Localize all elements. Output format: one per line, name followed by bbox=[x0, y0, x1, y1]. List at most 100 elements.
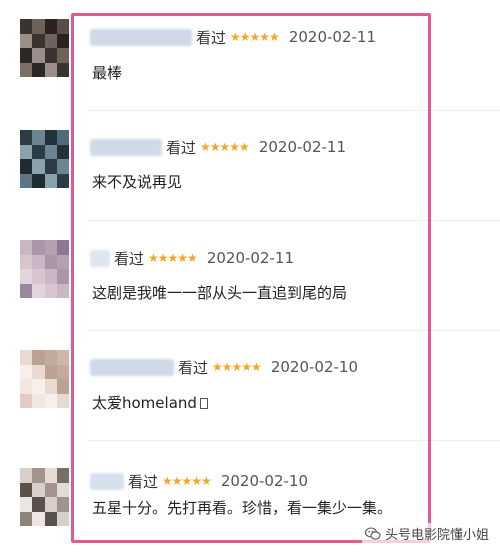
username[interactable] bbox=[90, 28, 192, 46]
watched-label: 看过 bbox=[128, 472, 159, 491]
review-comment: 这剧是我唯一一部从头一直追到尾的局 bbox=[92, 284, 348, 302]
avatar-pixel bbox=[44, 269, 57, 284]
avatar-pixel bbox=[44, 468, 57, 483]
rating-stars: ★★★★★ bbox=[212, 360, 262, 374]
avatar-pixel bbox=[56, 173, 69, 188]
avatar-pixel bbox=[56, 130, 69, 145]
review-date: 2020-02-10 bbox=[270, 358, 358, 376]
avatar-pixel bbox=[20, 482, 33, 497]
avatar-pixel bbox=[44, 379, 57, 394]
avatar-pixel bbox=[56, 468, 69, 483]
avatar-pixel bbox=[32, 364, 45, 379]
avatar-pixel bbox=[32, 497, 45, 512]
avatar-pixel bbox=[44, 240, 57, 255]
avatar-pixel bbox=[20, 254, 33, 269]
avatar-pixel bbox=[32, 62, 45, 77]
avatar-pixel bbox=[44, 497, 57, 512]
avatar-pixel bbox=[56, 393, 69, 408]
avatar-pixel bbox=[32, 159, 45, 174]
review-date: 2020-02-11 bbox=[258, 138, 346, 156]
review-list-page: 看过 ★★★★★ 2020-02-11 最棒 看过 ★★★★★ 2020-02-… bbox=[0, 0, 500, 552]
username[interactable] bbox=[90, 358, 174, 376]
avatar-pixel bbox=[20, 144, 33, 159]
rating-stars: ★★★★★ bbox=[230, 30, 280, 44]
username[interactable] bbox=[90, 472, 124, 490]
review-item: 看过 ★★★★★ 2020-02-11 最棒 bbox=[0, 0, 500, 110]
username[interactable] bbox=[90, 249, 110, 267]
avatar-pixel bbox=[20, 468, 33, 483]
avatar-pixel bbox=[32, 144, 45, 159]
avatar-pixel bbox=[32, 130, 45, 145]
avatar-pixel bbox=[32, 283, 45, 298]
avatar-pixel bbox=[44, 393, 57, 408]
avatar-pixel bbox=[20, 240, 33, 255]
avatar-pixel bbox=[20, 173, 33, 188]
review-comment: 五星十分。先打再看。珍惜，看一集少一集。 bbox=[92, 499, 393, 517]
watermark-text: 头号电影院懂小姐 bbox=[384, 528, 489, 543]
avatar-pixel bbox=[32, 379, 45, 394]
missing-emoji-icon bbox=[199, 398, 208, 409]
avatar-pixel bbox=[56, 240, 69, 255]
avatar-pixel bbox=[56, 48, 69, 63]
review-date: 2020-02-11 bbox=[206, 249, 294, 267]
review-date: 2020-02-10 bbox=[220, 472, 308, 490]
avatar-pixel bbox=[20, 130, 33, 145]
avatar-pixel bbox=[56, 19, 69, 34]
watermark: 头号电影院懂小姐 bbox=[361, 523, 492, 544]
avatar-pixel bbox=[56, 350, 69, 365]
rating-stars: ★★★★★ bbox=[148, 251, 198, 265]
watched-label: 看过 bbox=[178, 358, 209, 377]
avatar-pixel bbox=[56, 497, 69, 512]
avatar-pixel bbox=[44, 364, 57, 379]
avatar-pixel bbox=[20, 283, 33, 298]
avatar-pixel bbox=[56, 364, 69, 379]
avatar-pixel bbox=[56, 269, 69, 284]
avatar-pixel bbox=[44, 254, 57, 269]
avatar-pixel bbox=[20, 393, 33, 408]
rating-stars: ★★★★★ bbox=[200, 140, 250, 154]
avatar-pixel bbox=[20, 48, 33, 63]
avatar-pixel bbox=[44, 48, 57, 63]
avatar-pixel bbox=[32, 254, 45, 269]
avatar[interactable] bbox=[20, 130, 69, 188]
avatar-pixel bbox=[20, 364, 33, 379]
avatar-pixel bbox=[44, 62, 57, 77]
wechat-logo-icon bbox=[364, 526, 381, 540]
avatar-pixel bbox=[20, 159, 33, 174]
avatar-pixel bbox=[56, 283, 69, 298]
avatar-pixel bbox=[56, 159, 69, 174]
avatar-pixel bbox=[32, 482, 45, 497]
avatar-pixel bbox=[20, 269, 33, 284]
avatar-pixel bbox=[44, 283, 57, 298]
watched-label: 看过 bbox=[196, 28, 227, 47]
review-date: 2020-02-11 bbox=[288, 28, 376, 46]
watched-label: 看过 bbox=[166, 138, 197, 157]
avatar-pixel bbox=[56, 379, 69, 394]
avatar[interactable] bbox=[20, 468, 69, 526]
avatar-pixel bbox=[32, 269, 45, 284]
avatar-pixel bbox=[44, 144, 57, 159]
avatar-pixel bbox=[32, 350, 45, 365]
avatar-pixel bbox=[44, 130, 57, 145]
avatar[interactable] bbox=[20, 240, 69, 298]
review-comment: 太爱homeland bbox=[92, 392, 208, 413]
avatar[interactable] bbox=[20, 19, 69, 77]
watched-label: 看过 bbox=[114, 249, 145, 268]
avatar-pixel bbox=[56, 144, 69, 159]
username[interactable] bbox=[90, 138, 162, 156]
avatar-pixel bbox=[56, 33, 69, 48]
avatar-pixel bbox=[32, 173, 45, 188]
review-comment-text: 太爱homeland bbox=[92, 394, 197, 412]
avatar-pixel bbox=[20, 511, 33, 526]
avatar-pixel bbox=[44, 350, 57, 365]
avatar-pixel bbox=[44, 33, 57, 48]
avatar[interactable] bbox=[20, 350, 69, 408]
avatar-pixel bbox=[32, 393, 45, 408]
review-item: 看过 ★★★★★ 2020-02-11 这剧是我唯一一部从头一直追到尾的局 bbox=[0, 220, 500, 330]
avatar-pixel bbox=[20, 62, 33, 77]
avatar-pixel bbox=[44, 19, 57, 34]
avatar-pixel bbox=[56, 511, 69, 526]
avatar-pixel bbox=[32, 48, 45, 63]
review-comment: 最棒 bbox=[92, 64, 123, 82]
avatar-pixel bbox=[32, 511, 45, 526]
